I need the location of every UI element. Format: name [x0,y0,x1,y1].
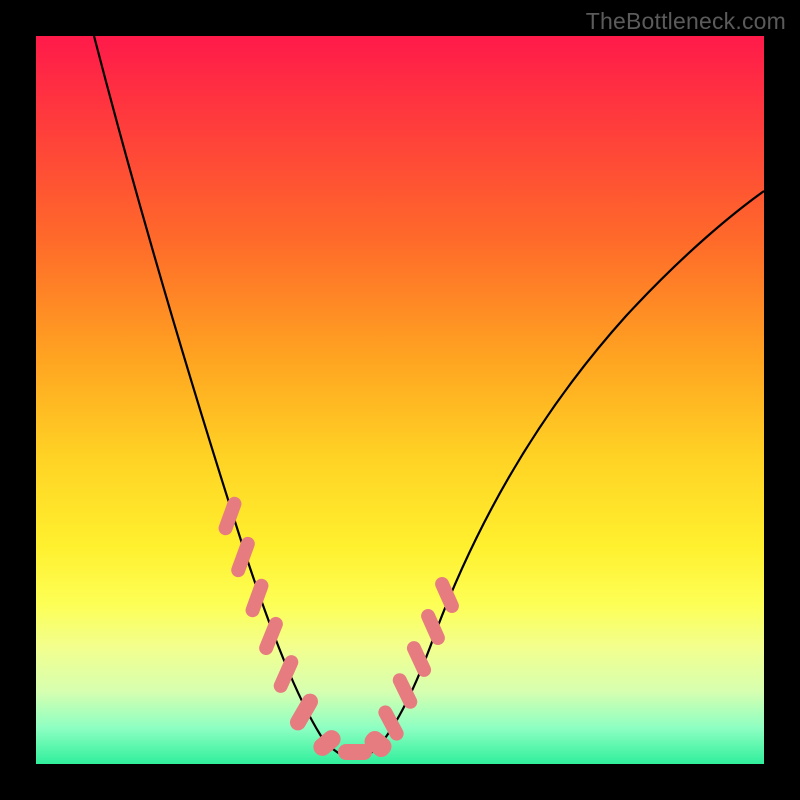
chart-frame: TheBottleneck.com [0,0,800,800]
marker-group [217,495,462,761]
curve-path [94,36,764,758]
watermark-text: TheBottleneck.com [586,8,786,35]
bottleneck-curve [36,36,764,764]
plot-area [36,36,764,764]
